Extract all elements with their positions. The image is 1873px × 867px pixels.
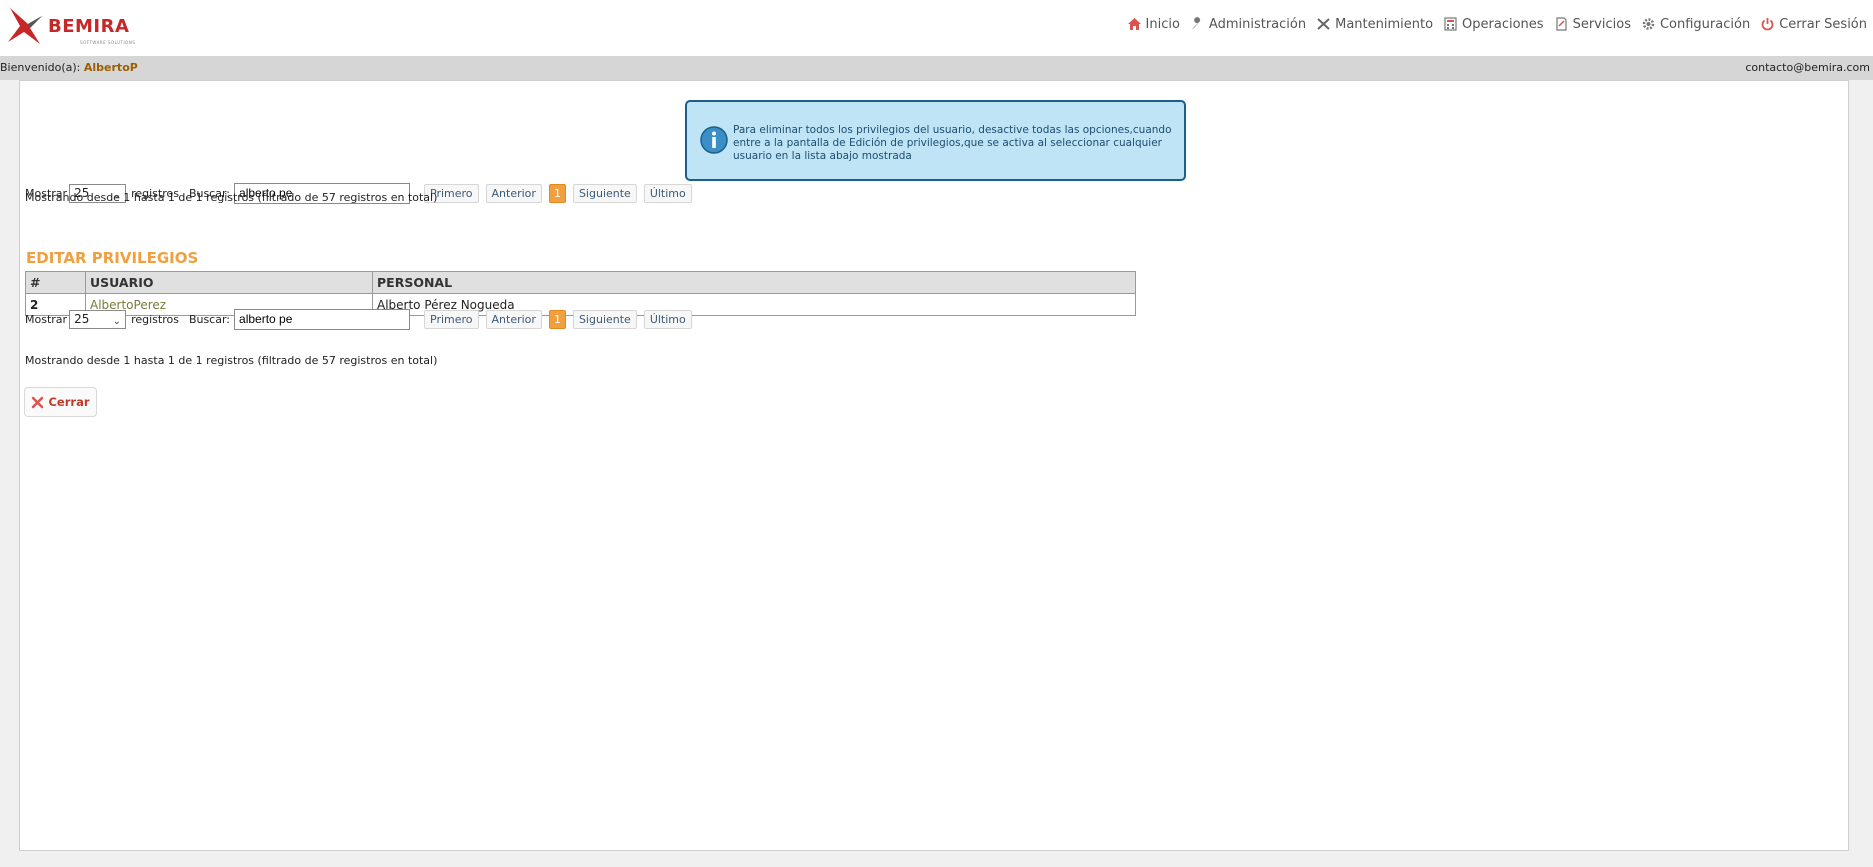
home-icon bbox=[1127, 18, 1141, 30]
nav-label: Inicio bbox=[1145, 16, 1180, 32]
nav-servicios[interactable]: Servicios bbox=[1554, 17, 1631, 32]
close-icon bbox=[32, 396, 44, 408]
search-label: Buscar: bbox=[188, 312, 231, 326]
column-header-usuario: USUARIO bbox=[85, 271, 373, 294]
chevron-down-icon: ⌄ bbox=[112, 315, 122, 327]
info-icon bbox=[700, 126, 728, 154]
nav-label: Configuración bbox=[1659, 16, 1751, 32]
nav-configuracion[interactable]: Configuración bbox=[1641, 17, 1750, 32]
document-icon bbox=[1555, 17, 1567, 31]
previous-page-button[interactable]: Anterior bbox=[485, 183, 542, 203]
nav-label: Operaciones bbox=[1462, 16, 1544, 32]
info-text: Para eliminar todos los privilegios del … bbox=[733, 124, 1172, 162]
search-input[interactable] bbox=[234, 308, 411, 330]
wrench-icon bbox=[1191, 17, 1201, 29]
column-header-personal: PERSONAL bbox=[372, 271, 1136, 294]
content-panel: Para eliminar todos los privilegios del … bbox=[19, 80, 1849, 851]
bottom-table-controls: Mostrar 25 ⌄ registros Buscar: Primero A… bbox=[25, 308, 699, 330]
records-info-top-text: Mostrando desde 1 hasta 1 de 1 registros… bbox=[25, 191, 438, 204]
logo-star-icon bbox=[8, 8, 42, 44]
table-header-row: # USUARIO PERSONAL bbox=[25, 271, 1136, 294]
page-title: EDITAR PRIVILEGIOS bbox=[26, 249, 199, 267]
calculator-icon bbox=[1444, 17, 1457, 31]
welcome-bar: Bienvenido(a): AlbertoP contacto@bemira.… bbox=[0, 56, 1873, 80]
page-size-value: 25 bbox=[74, 311, 90, 326]
records-label: registros bbox=[131, 312, 179, 326]
last-page-button[interactable]: Último bbox=[643, 183, 692, 203]
contact-email: contacto@bemira.com bbox=[1745, 61, 1870, 74]
next-page-button[interactable]: Siguiente bbox=[572, 309, 637, 329]
last-page-button[interactable]: Último bbox=[643, 309, 692, 329]
page-size-select[interactable]: 25 ⌄ bbox=[69, 309, 127, 329]
column-header-num: # bbox=[25, 271, 86, 294]
welcome-prefix: Bienvenido(a): bbox=[0, 61, 81, 74]
app-header: BEMIRA SOFTWARE SOLUTIONS Inicio Adminis… bbox=[0, 0, 1873, 56]
close-label: Cerrar bbox=[48, 395, 90, 409]
next-page-button[interactable]: Siguiente bbox=[572, 183, 637, 203]
nav-label: Administración bbox=[1208, 16, 1307, 32]
tools-icon bbox=[1317, 18, 1330, 30]
gear-icon bbox=[1642, 18, 1655, 30]
logo-text: BEMIRA bbox=[48, 16, 130, 37]
welcome-message: Bienvenido(a): AlbertoP bbox=[0, 61, 138, 74]
current-page-button[interactable]: 1 bbox=[548, 309, 566, 329]
top-nav: Inicio Administración Mantenimiento Oper… bbox=[1117, 14, 1867, 34]
welcome-username: AlbertoP bbox=[83, 61, 138, 74]
power-icon bbox=[1761, 18, 1774, 31]
logo-subtext: SOFTWARE SOLUTIONS bbox=[80, 40, 136, 45]
records-info-bottom: Mostrando desde 1 hasta 1 de 1 registros… bbox=[25, 354, 438, 367]
nav-inicio[interactable]: Inicio bbox=[1127, 17, 1180, 32]
nav-operaciones[interactable]: Operaciones bbox=[1443, 17, 1544, 32]
bemira-logo[interactable]: BEMIRA SOFTWARE SOLUTIONS bbox=[6, 6, 136, 50]
nav-cerrar-sesion[interactable]: Cerrar Sesión bbox=[1760, 17, 1867, 32]
show-label: Mostrar bbox=[25, 312, 68, 326]
current-page-button[interactable]: 1 bbox=[548, 183, 566, 203]
nav-mantenimiento[interactable]: Mantenimiento bbox=[1316, 17, 1433, 32]
previous-page-button[interactable]: Anterior bbox=[485, 309, 542, 329]
nav-administracion[interactable]: Administración bbox=[1190, 17, 1306, 32]
nav-label: Mantenimiento bbox=[1335, 16, 1434, 32]
first-page-button[interactable]: Primero bbox=[424, 309, 479, 329]
nav-label: Cerrar Sesión bbox=[1779, 16, 1867, 32]
info-box: Para eliminar todos los privilegios del … bbox=[685, 100, 1186, 181]
nav-label: Servicios bbox=[1572, 16, 1631, 32]
close-button[interactable]: Cerrar bbox=[24, 387, 97, 417]
